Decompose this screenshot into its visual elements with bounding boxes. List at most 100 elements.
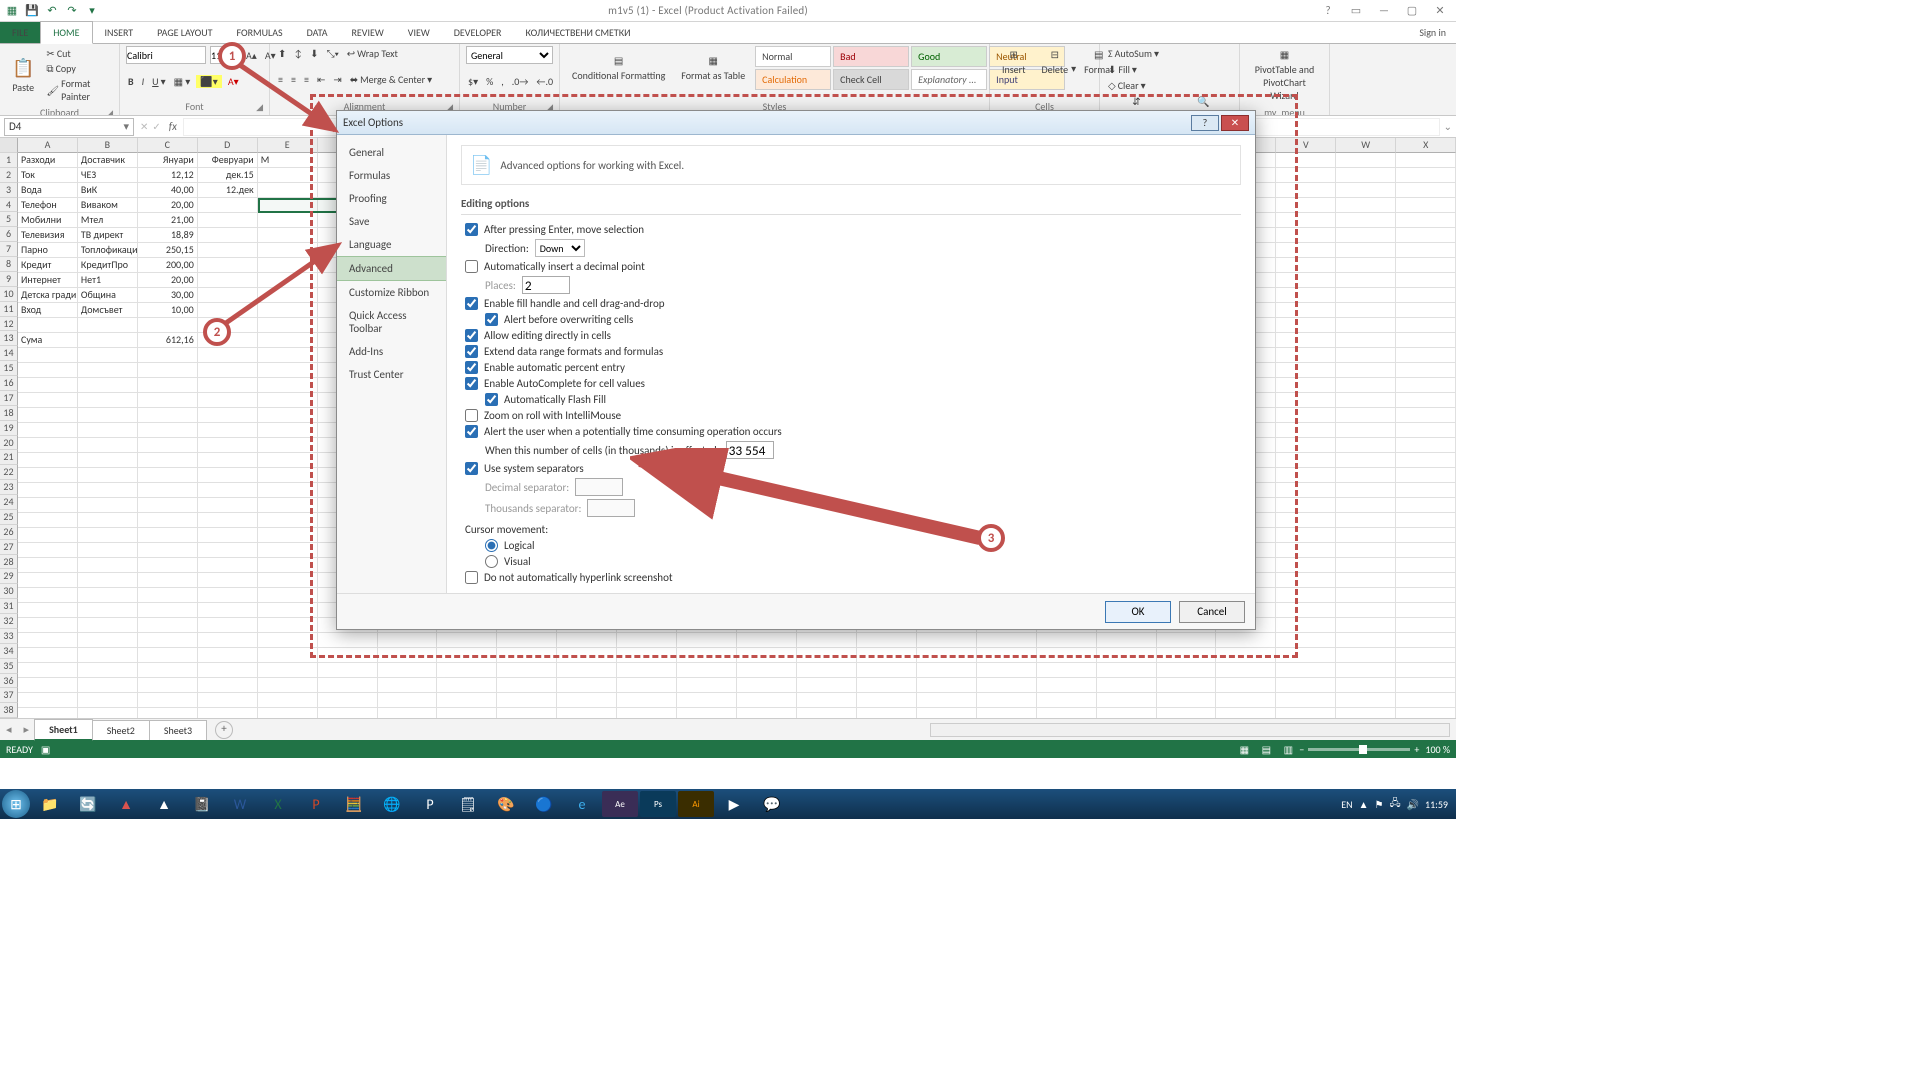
cell[interactable] [1336,438,1396,453]
row-header[interactable]: 13 [0,331,18,346]
cell[interactable] [318,708,378,718]
cell[interactable] [1336,483,1396,498]
cell[interactable] [557,678,617,693]
col-header[interactable]: A [18,138,78,153]
enter-formula-icon[interactable]: ✓ [150,119,162,134]
cell[interactable] [138,393,198,408]
sign-in-link[interactable]: Sign in [1409,22,1456,43]
cell[interactable] [677,648,737,663]
cell[interactable] [1336,663,1396,678]
cell[interactable] [1276,633,1336,648]
cell[interactable] [378,693,438,708]
cell[interactable] [1276,393,1336,408]
style-normal[interactable]: Normal [755,46,831,67]
cell[interactable] [1336,678,1396,693]
cell[interactable] [1037,633,1097,648]
row-header[interactable]: 7 [0,242,18,257]
font-name-input[interactable] [126,46,206,64]
cell[interactable] [1396,468,1456,483]
cell[interactable] [1396,228,1456,243]
cell[interactable] [138,468,198,483]
increase-font-icon[interactable]: A▴ [244,48,259,63]
col-header[interactable]: V [1276,138,1336,153]
cell[interactable] [198,243,258,258]
col-header[interactable]: E [258,138,318,153]
cell[interactable] [1396,378,1456,393]
tab-data[interactable]: DATA [295,22,340,43]
cell[interactable] [1336,303,1396,318]
cell[interactable] [677,633,737,648]
cell[interactable] [557,633,617,648]
cell[interactable] [258,603,318,618]
cell[interactable]: 200,00 [138,258,198,273]
cell[interactable] [677,663,737,678]
chk-autocomplete[interactable] [465,377,478,390]
style-checkcell[interactable]: Check Cell [833,69,909,90]
cell[interactable] [1396,423,1456,438]
row-header[interactable]: 4 [0,198,18,213]
cell[interactable] [1157,648,1217,663]
cell[interactable] [857,693,917,708]
cell[interactable] [1396,708,1456,718]
cell[interactable]: Мтел [78,213,138,228]
tb-explorer-icon[interactable]: 📁 [32,791,68,817]
cell[interactable] [1336,558,1396,573]
cell[interactable] [737,663,797,678]
cell[interactable] [138,648,198,663]
cell[interactable] [1336,198,1396,213]
tab-formulas[interactable]: FORMULAS [224,22,294,43]
undo-icon[interactable]: ↶ [44,3,60,19]
side-formulas[interactable]: Formulas [337,164,446,187]
cell[interactable]: М [258,153,318,168]
cell[interactable] [1276,213,1336,228]
cell[interactable] [977,693,1037,708]
cell[interactable]: 30,00 [138,288,198,303]
cell[interactable] [198,513,258,528]
cell[interactable] [1336,258,1396,273]
cell[interactable] [78,573,138,588]
tb-notes-icon[interactable]: 🗒 [450,791,486,817]
cell[interactable]: Виваком [78,198,138,213]
cell[interactable] [18,588,78,603]
cell[interactable] [977,663,1037,678]
input-places[interactable] [522,276,570,294]
wrap-text-button[interactable]: ↩ Wrap Text [345,46,400,61]
cell[interactable]: Доставчик [78,153,138,168]
align-center-icon[interactable]: ≡ [289,72,298,87]
cell[interactable] [258,363,318,378]
cell[interactable] [258,588,318,603]
cell[interactable] [18,708,78,718]
cell[interactable] [1396,648,1456,663]
cell[interactable] [1276,618,1336,633]
cell[interactable] [1396,168,1456,183]
cell[interactable] [258,663,318,678]
cell[interactable]: 250,15 [138,243,198,258]
cell[interactable] [1336,273,1396,288]
cell[interactable] [1097,663,1157,678]
tb-ai-icon[interactable]: Ai [678,791,714,817]
cell[interactable] [78,348,138,363]
cell[interactable] [1396,213,1456,228]
cell[interactable] [1336,288,1396,303]
cell[interactable] [78,498,138,513]
select-all-corner[interactable] [0,138,18,153]
cell[interactable] [1396,663,1456,678]
row-header[interactable]: 25 [0,510,18,525]
cell[interactable] [138,543,198,558]
cell[interactable] [1336,318,1396,333]
style-explanatory[interactable]: Explanatory ... [911,69,987,90]
cell[interactable] [1276,258,1336,273]
tb-ps-icon[interactable]: Ps [640,791,676,817]
row-header[interactable]: 38 [0,703,18,718]
cell[interactable] [917,708,977,718]
cell[interactable] [1157,663,1217,678]
cell[interactable] [138,438,198,453]
save-icon[interactable]: 💾 [24,3,40,19]
cell[interactable] [258,558,318,573]
cell[interactable] [18,348,78,363]
cell[interactable] [797,693,857,708]
cell[interactable] [18,423,78,438]
cell[interactable] [437,633,497,648]
cell[interactable] [378,633,438,648]
cell[interactable] [138,513,198,528]
